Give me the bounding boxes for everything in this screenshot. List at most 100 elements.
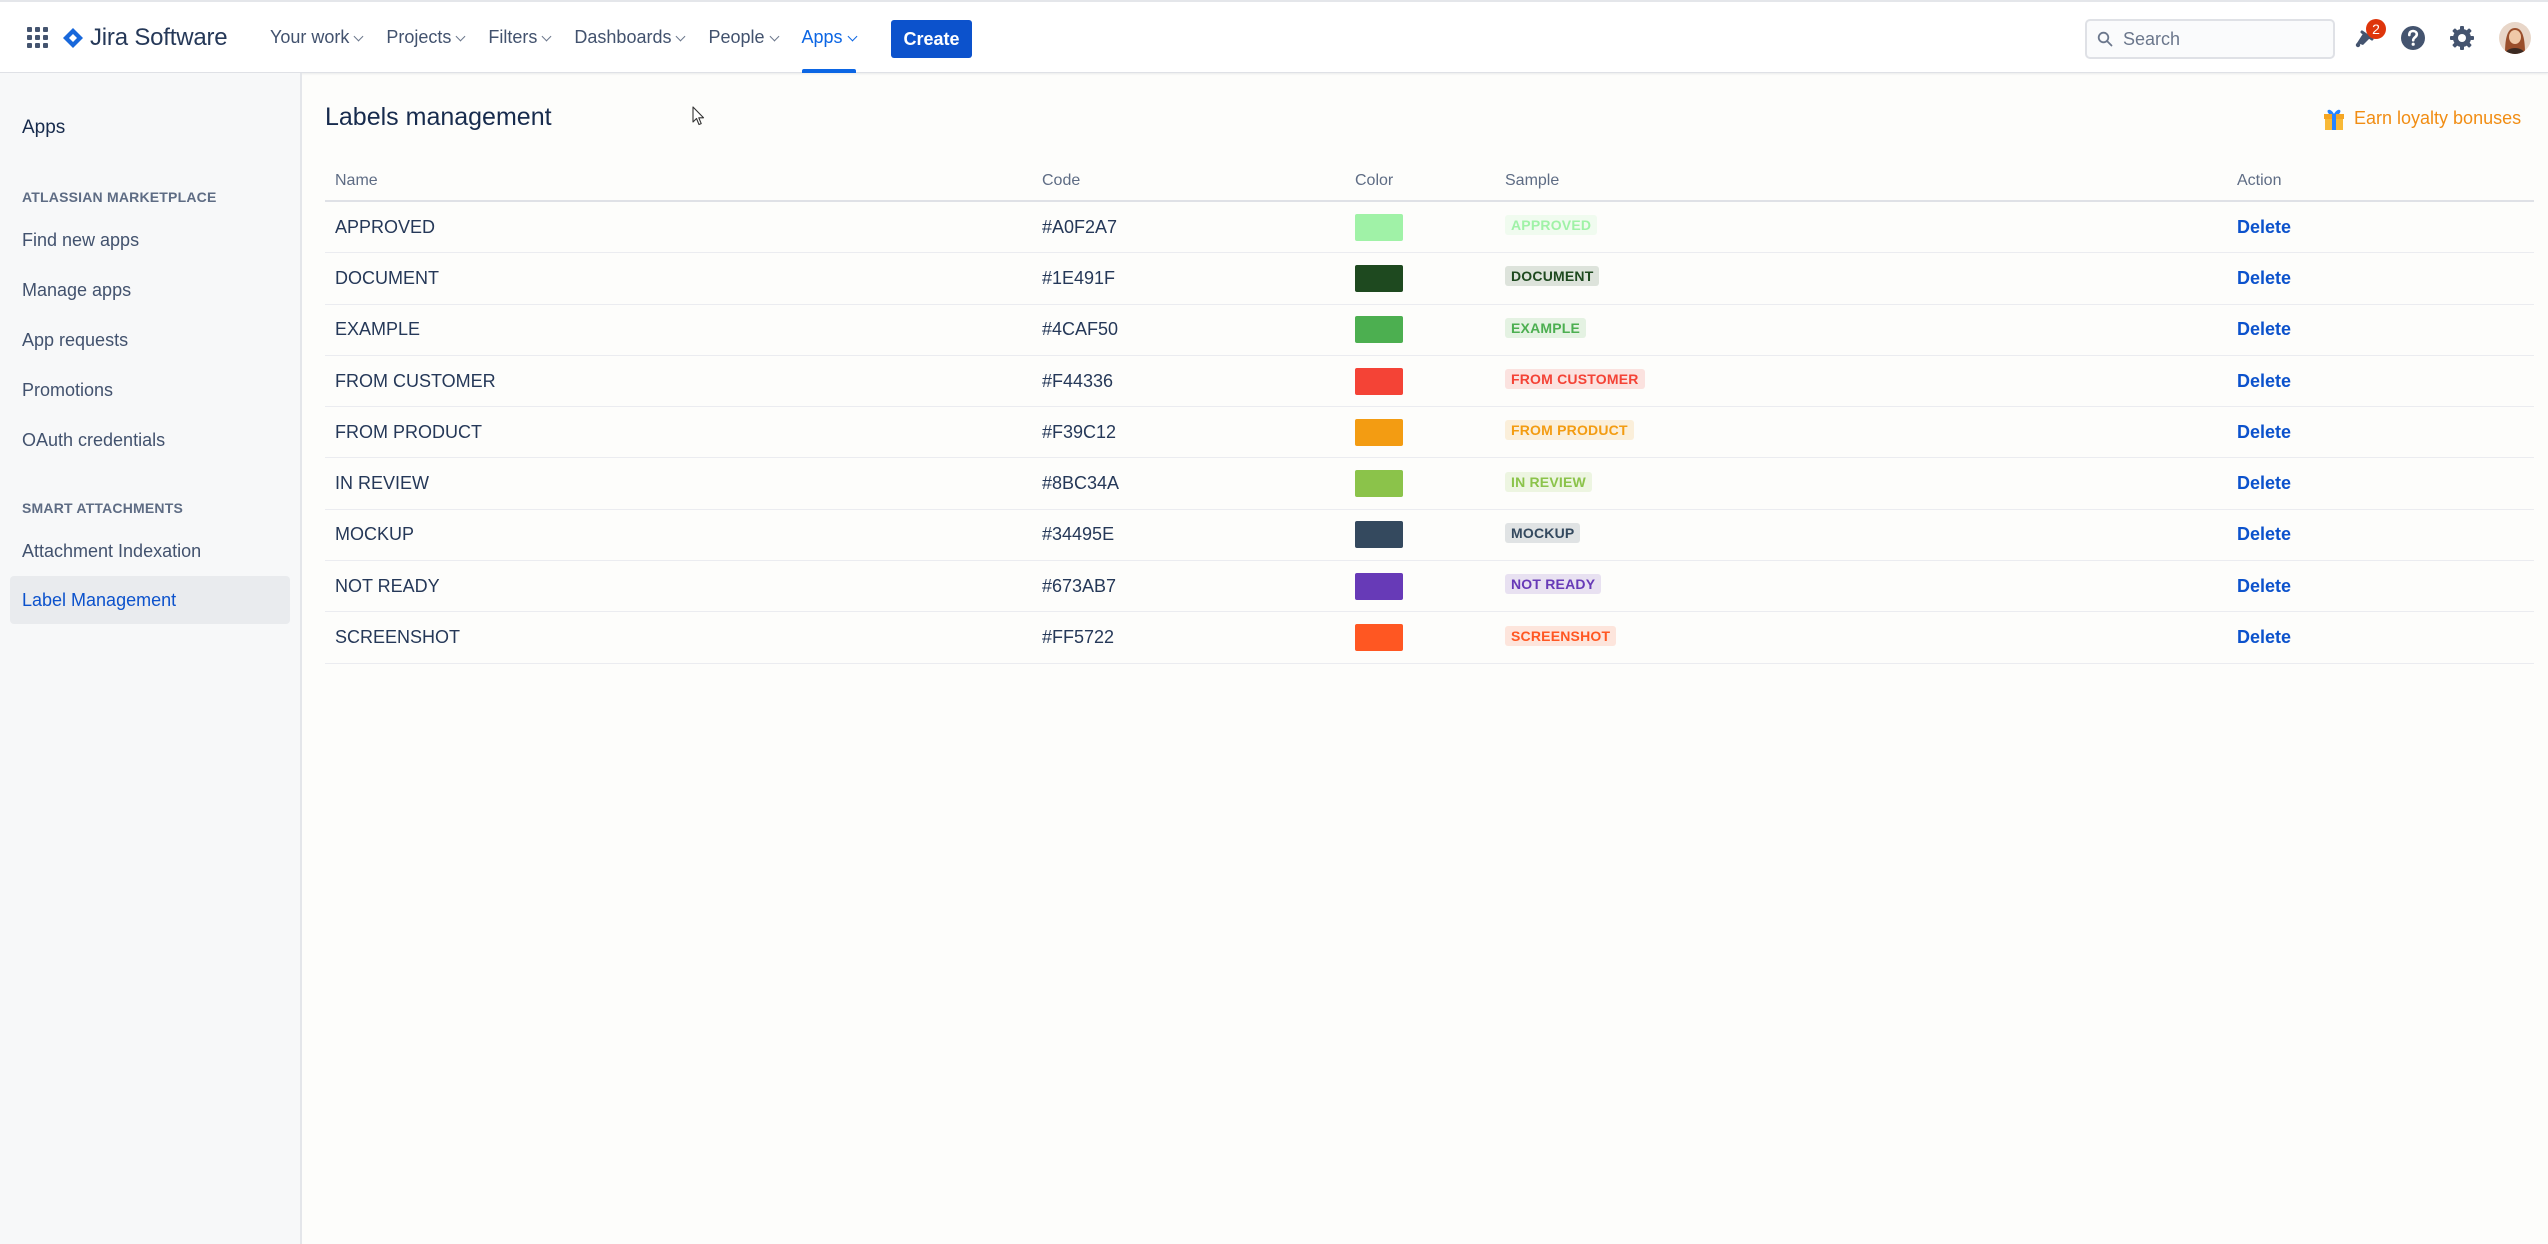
sidebar-item-attachment-indexation[interactable]: Attachment Indexation xyxy=(10,527,290,575)
column-header-action: Action xyxy=(2237,172,2282,189)
color-swatch xyxy=(1355,264,1403,292)
label-name: APPROVED xyxy=(335,216,436,237)
label-code: #34495E xyxy=(1042,524,1115,545)
nav-filters[interactable]: Filters xyxy=(476,2,562,73)
app-switcher-icon[interactable] xyxy=(26,26,50,50)
nav-label: Projects xyxy=(386,27,452,47)
label-name: IN REVIEW xyxy=(335,473,430,494)
sidebar-item-app-requests[interactable]: App requests xyxy=(10,316,290,364)
nav-apps[interactable]: Apps xyxy=(790,2,868,73)
search-box[interactable] xyxy=(2085,19,2335,59)
label-sample-lozenge: EXAMPLE xyxy=(1505,317,1587,338)
create-button[interactable]: Create xyxy=(891,20,972,58)
label-sample-cell: FROM PRODUCT xyxy=(1505,407,1634,457)
sidebar-item-manage-apps[interactable]: Manage apps xyxy=(10,266,290,314)
label-sample-lozenge: FROM PRODUCT xyxy=(1505,420,1634,441)
nav-people[interactable]: People xyxy=(696,2,789,73)
color-swatch xyxy=(1355,521,1403,549)
label-sample-lozenge: NOT READY xyxy=(1505,574,1602,595)
sidebar-item-promotions[interactable]: Promotions xyxy=(10,366,290,414)
table-row: SCREENSHOT #FF5722 SCREENSHOT Delete xyxy=(325,612,2534,664)
delete-button[interactable]: Delete xyxy=(2237,422,2291,443)
label-sample-cell: MOCKUP xyxy=(1505,510,1581,560)
nav-dashboards[interactable]: Dashboards xyxy=(562,2,696,73)
label-name: FROM PRODUCT xyxy=(335,421,482,442)
nav-projects[interactable]: Projects xyxy=(374,2,476,73)
table-header: Name Code Color Sample Action xyxy=(325,160,2534,202)
top-navigation-bar: Jira Software Your work Projects Filters… xyxy=(0,0,2548,73)
sidebar-item-label-management[interactable]: Label Management xyxy=(10,576,290,624)
label-name: FROM CUSTOMER xyxy=(335,370,496,391)
gift-icon xyxy=(2324,109,2344,130)
label-sample-lozenge: DOCUMENT xyxy=(1505,266,1600,287)
chevron-down-icon xyxy=(541,31,552,41)
delete-button[interactable]: Delete xyxy=(2237,319,2291,340)
mouse-cursor-icon xyxy=(692,106,705,126)
chevron-down-icon xyxy=(769,31,779,41)
avatar[interactable] xyxy=(2499,22,2531,54)
label-sample-lozenge: IN REVIEW xyxy=(1505,471,1592,492)
user-avatar-icon xyxy=(2499,22,2531,54)
label-code: #A0F2A7 xyxy=(1042,216,1118,237)
label-name: SCREENSHOT xyxy=(335,627,461,648)
label-action-cell: Delete xyxy=(2237,202,2291,252)
label-name: DOCUMENT xyxy=(335,267,439,288)
table-row: IN REVIEW #8BC34A IN REVIEW Delete xyxy=(325,458,2534,510)
delete-button[interactable]: Delete xyxy=(2237,371,2291,392)
delete-button[interactable]: Delete xyxy=(2237,524,2291,545)
sidebar-item-oauth-credentials[interactable]: OAuth credentials xyxy=(10,416,290,464)
column-header-name: Name xyxy=(335,172,378,189)
table-row: DOCUMENT #1E491F DOCUMENT Delete xyxy=(325,253,2534,305)
loyalty-bonuses-link[interactable]: Earn loyalty bonuses xyxy=(2320,104,2521,132)
delete-button[interactable]: Delete xyxy=(2237,217,2291,238)
label-sample-cell: IN REVIEW xyxy=(1505,458,1592,508)
label-action-cell: Delete xyxy=(2237,356,2291,406)
nav-label: Apps xyxy=(801,27,843,47)
delete-button[interactable]: Delete xyxy=(2237,473,2291,494)
nav-your-work[interactable]: Your work xyxy=(258,2,374,73)
label-sample-cell: DOCUMENT xyxy=(1505,253,1600,303)
label-action-cell: Delete xyxy=(2237,612,2291,662)
jira-logo[interactable]: Jira Software xyxy=(62,23,228,53)
table-row: EXAMPLE #4CAF50 EXAMPLE Delete xyxy=(325,305,2534,356)
delete-button[interactable]: Delete xyxy=(2237,268,2291,289)
chevron-down-icon xyxy=(847,31,858,41)
label-name: EXAMPLE xyxy=(335,319,421,340)
sidebar: Apps ATLASSIAN MARKETPLACE Find new apps… xyxy=(0,73,302,1244)
label-code: #1E491F xyxy=(1042,267,1116,288)
app-name: Jira Software xyxy=(90,24,228,51)
label-code: #F44336 xyxy=(1042,370,1114,391)
nav-label: Your work xyxy=(270,27,350,47)
label-action-cell: Delete xyxy=(2237,305,2291,355)
label-color-cell xyxy=(1355,561,1403,611)
table-row: NOT READY #673AB7 NOT READY Delete xyxy=(325,561,2534,613)
sidebar-title: Apps xyxy=(22,117,66,138)
color-swatch xyxy=(1355,470,1403,498)
label-color-cell xyxy=(1355,305,1403,355)
chevron-down-icon xyxy=(676,31,686,41)
label-sample-cell: APPROVED xyxy=(1505,202,1598,252)
column-header-sample: Sample xyxy=(1505,172,1560,189)
table-row: MOCKUP #34495E MOCKUP Delete xyxy=(325,510,2534,562)
table-row: FROM CUSTOMER #F44336 FROM CUSTOMER Delete xyxy=(325,356,2534,408)
column-header-color: Color xyxy=(1355,172,1394,189)
settings-icon[interactable] xyxy=(2447,23,2477,53)
label-code: #F39C12 xyxy=(1042,421,1117,442)
sidebar-item-find-new-apps[interactable]: Find new apps xyxy=(10,216,290,264)
nav-label: Filters xyxy=(488,27,538,47)
search-input[interactable] xyxy=(2123,28,2313,50)
help-icon[interactable] xyxy=(2398,23,2428,53)
label-color-cell xyxy=(1355,510,1403,560)
color-swatch xyxy=(1355,213,1403,241)
label-sample-cell: EXAMPLE xyxy=(1505,305,1587,355)
loyalty-link-label: Earn loyalty bonuses xyxy=(2354,107,2522,128)
color-swatch xyxy=(1355,624,1403,652)
delete-button[interactable]: Delete xyxy=(2237,576,2291,597)
color-swatch xyxy=(1355,316,1403,344)
nav-label: Dashboards xyxy=(574,27,672,47)
label-sample-cell: FROM CUSTOMER xyxy=(1505,356,1645,406)
delete-button[interactable]: Delete xyxy=(2237,627,2291,648)
column-header-code: Code xyxy=(1042,172,1081,189)
label-sample-lozenge: SCREENSHOT xyxy=(1505,625,1617,646)
color-swatch xyxy=(1355,572,1403,600)
